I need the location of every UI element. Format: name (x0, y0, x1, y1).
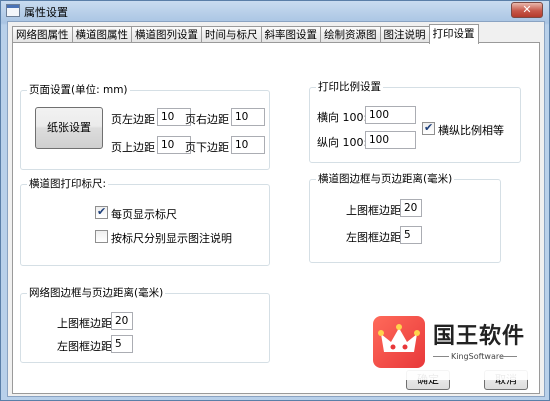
bottom-margin-label: 页下边距 (185, 141, 229, 154)
tab-resource-chart[interactable]: 绘制资源图 (320, 26, 381, 43)
top-margin-label: 页上边距 (111, 141, 155, 154)
gantt-left-border-label: 左图框边距 (346, 231, 401, 244)
separate-legend-label: 按标尺分别显示图注说明 (111, 232, 232, 245)
tab-print-settings[interactable]: 打印设置 (428, 24, 479, 44)
page-setup-group: 页面设置(单位: mm) 纸张设置 页左边距 10 页右边距 10 页上边距 1… (20, 84, 270, 170)
bottom-margin-field[interactable]: 10 (231, 136, 265, 154)
tab-legend[interactable]: 图注说明 (379, 26, 430, 43)
network-top-border-label: 上图框边距 (57, 317, 112, 330)
watermark-divider-right (501, 356, 517, 357)
each-page-ruler-label: 每页显示标尺 (111, 208, 177, 221)
equal-ratio-label: 横纵比例相等 (438, 124, 504, 137)
network-border-title: 网络图边框与页边距离(毫米) (27, 287, 166, 299)
page-setup-title: 页面设置(单位: mm) (27, 84, 130, 96)
each-page-ruler-checkbox[interactable] (95, 205, 108, 219)
paper-settings-button[interactable]: 纸张设置 (35, 107, 103, 149)
vertical-scale-label: 纵向 100: (317, 136, 368, 149)
tab-slope-chart[interactable]: 斜率图设置 (260, 26, 321, 43)
equal-ratio-checkbox[interactable] (422, 121, 435, 135)
gantt-ruler-title: 横道图打印标尺: (27, 178, 109, 190)
network-top-border-field[interactable]: 20 (111, 312, 133, 330)
network-left-border-label: 左图框边距 (57, 340, 112, 353)
horizontal-scale-label: 横向 100: (317, 111, 368, 124)
title-bar[interactable]: 属性设置 ✕ (1, 1, 549, 21)
properties-dialog: 属性设置 ✕ 网络图属性 横道图属性 横道图列设置 时间与标尺 斜率图设置 绘制… (0, 0, 550, 401)
close-button[interactable]: ✕ (511, 2, 543, 18)
gantt-top-border-field[interactable]: 20 (400, 199, 422, 217)
tab-time-ruler[interactable]: 时间与标尺 (201, 26, 262, 43)
gantt-left-border-field[interactable]: 5 (400, 226, 422, 244)
print-scale-title: 打印比例设置 (316, 81, 383, 93)
horizontal-scale-field[interactable]: 100 (365, 106, 416, 124)
watermark-divider-left (433, 356, 449, 357)
crown-logo-icon (373, 316, 425, 368)
left-margin-label: 页左边距 (111, 113, 155, 126)
gantt-border-title: 横道图边框与页边距离(毫米) (316, 173, 455, 185)
separate-legend-checkbox[interactable] (95, 230, 108, 243)
tab-network-properties[interactable]: 网络图属性 (12, 26, 73, 43)
watermark-title: 国王软件 (433, 324, 526, 349)
right-margin-label: 页右边距 (185, 113, 229, 126)
gantt-top-border-label: 上图框边距 (346, 204, 401, 217)
watermark-subtitle: KingSoftware (451, 352, 504, 361)
window-title: 属性设置 (24, 6, 68, 19)
right-margin-field[interactable]: 10 (231, 108, 265, 126)
tab-gantt-properties[interactable]: 横道图属性 (71, 26, 132, 43)
vertical-scale-field[interactable]: 100 (365, 131, 416, 149)
print-scale-group: 打印比例设置 横向 100: 100 纵向 100: 100 横纵比例相等 (309, 81, 521, 163)
tab-strip: 网络图属性 横道图属性 横道图列设置 时间与标尺 斜率图设置 绘制资源图 图注说… (12, 24, 479, 44)
app-icon (6, 4, 20, 17)
network-border-group: 网络图边框与页边距离(毫米) 上图框边距 20 左图框边距 5 (20, 287, 270, 363)
gantt-ruler-group: 横道图打印标尺: 每页显示标尺 按标尺分别显示图注说明 (20, 178, 270, 266)
network-left-border-field[interactable]: 5 (111, 335, 133, 353)
tab-gantt-columns[interactable]: 横道图列设置 (131, 26, 202, 43)
gantt-border-group: 横道图边框与页边距离(毫米) 上图框边距 20 左图框边距 5 (309, 173, 501, 263)
kingsoftware-watermark: 国王软件 KingSoftware (369, 310, 531, 380)
